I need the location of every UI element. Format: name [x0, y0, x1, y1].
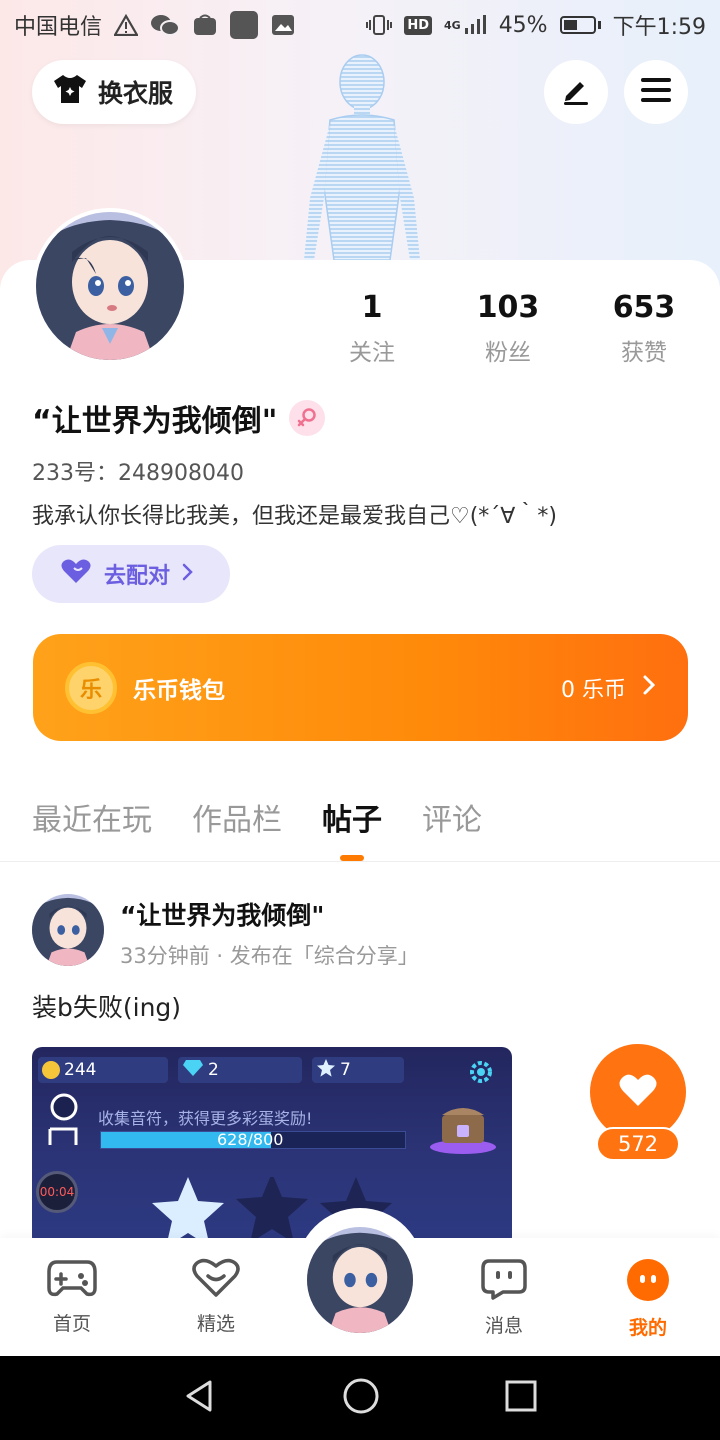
- heart-smile-icon: [191, 1258, 241, 1303]
- diamond-icon: [182, 1059, 204, 1082]
- game-coin-value: 244: [64, 1060, 97, 1080]
- game-gem-value: 2: [208, 1060, 219, 1080]
- nav-featured[interactable]: 精选: [176, 1258, 256, 1336]
- female-gender-icon: [289, 400, 326, 436]
- nav-me[interactable]: 我的: [608, 1258, 688, 1340]
- post-author-avatar[interactable]: [32, 894, 104, 966]
- music-note-icon: [42, 1093, 86, 1153]
- coin-icon: 乐: [65, 661, 117, 714]
- post-text: 装b失败(ing): [32, 993, 182, 1022]
- nav-center-avatar-button[interactable]: [304, 1224, 416, 1336]
- like-button[interactable]: [590, 1044, 686, 1140]
- edit-profile-button[interactable]: [544, 60, 608, 124]
- vibrate-icon: [366, 13, 393, 37]
- star-icon: [316, 1058, 336, 1083]
- battery-percent: 45%: [498, 12, 548, 38]
- signal-icon: 4G: [444, 14, 487, 36]
- tab-recently-played[interactable]: 最近在玩: [32, 795, 152, 839]
- treasure-chest-icon: [428, 1101, 498, 1159]
- game-star-value: 7: [340, 1060, 351, 1080]
- chevron-right-icon: [642, 674, 656, 702]
- heart-icon: [60, 558, 92, 590]
- tab-works[interactable]: 作品栏: [192, 795, 282, 839]
- system-navigation-bar: [0, 1356, 720, 1440]
- menu-button[interactable]: [624, 60, 688, 124]
- wallet-card[interactable]: 乐 乐币钱包 0 乐币: [33, 634, 688, 741]
- match-button[interactable]: 去配对: [32, 545, 230, 603]
- tabs-divider: [0, 861, 720, 862]
- huawei-store-icon: [192, 13, 218, 37]
- likes-count: 653: [612, 290, 676, 325]
- profile-avatar[interactable]: [32, 208, 188, 364]
- profile-username: “让世界为我倾倒": [32, 396, 326, 440]
- chevron-right-icon: [182, 562, 194, 587]
- wechat-icon: [150, 13, 181, 37]
- match-label: 去配对: [104, 564, 171, 589]
- post-author-name[interactable]: “让世界为我倾倒": [120, 896, 324, 932]
- nav-featured-label: 精选: [196, 1313, 235, 1335]
- change-outfit-label: 换衣服: [98, 79, 174, 108]
- gold-coin-icon: [42, 1061, 60, 1079]
- app-notification-icon: [230, 11, 259, 39]
- profile-dots-icon: [626, 1258, 670, 1307]
- battery-icon: [559, 16, 596, 34]
- nav-home-label: 首页: [52, 1313, 91, 1335]
- game-timer: 00:04: [36, 1171, 78, 1213]
- game-coin-counter: 244: [38, 1057, 168, 1083]
- battery-tip: [597, 21, 601, 29]
- likes-label: 获赞: [621, 340, 667, 366]
- heart-icon: [618, 1072, 658, 1112]
- game-resource-bar: 244 2 7: [38, 1057, 404, 1083]
- chat-icon: [481, 1258, 527, 1305]
- back-icon[interactable]: [182, 1378, 218, 1418]
- gallery-icon: [270, 13, 296, 37]
- home-circle-icon[interactable]: [342, 1377, 380, 1419]
- tab-comments[interactable]: 评论: [422, 795, 482, 839]
- stat-following[interactable]: 1 关注: [322, 290, 422, 367]
- recent-apps-icon[interactable]: [504, 1379, 538, 1417]
- tab-posts[interactable]: 帖子: [322, 795, 382, 839]
- tshirt-icon: [52, 73, 88, 111]
- game-progress-track: 628/800: [100, 1130, 406, 1149]
- followers-count: 103: [476, 290, 540, 325]
- wallet-balance: 0 乐币: [561, 677, 626, 703]
- hamburger-icon: [640, 76, 672, 108]
- post-image[interactable]: 244 2 7 收集音符，获得更多彩蛋奖励! 628/800 00:04: [32, 1047, 512, 1247]
- hd-badge: HD: [404, 15, 432, 35]
- game-progress-text: 628/800: [217, 1130, 284, 1149]
- gear-icon: [466, 1057, 496, 1091]
- avatar-3d-figure[interactable]: [296, 48, 428, 262]
- network-type-label: 4G: [444, 18, 461, 32]
- wallet-balance-row: 0 乐币: [561, 672, 656, 704]
- followers-label: 粉丝: [485, 340, 531, 366]
- game-gem-counter: 2: [178, 1057, 302, 1083]
- like-count: 572: [596, 1127, 680, 1161]
- game-banner-text: 收集音符，获得更多彩蛋奖励!: [98, 1109, 313, 1128]
- nav-me-label: 我的: [628, 1317, 667, 1339]
- user-bio: 我承认你长得比我美，但我还是最爱我自己♡(*´∀｀*): [32, 504, 557, 529]
- profile-tabs: 最近在玩 作品栏 帖子 评论: [32, 795, 482, 839]
- following-label: 关注: [349, 340, 395, 366]
- stat-likes[interactable]: 653 获赞: [594, 290, 694, 367]
- username-text: “让世界为我倾倒": [32, 404, 278, 439]
- nav-messages[interactable]: 消息: [464, 1258, 544, 1338]
- warning-icon: [114, 14, 139, 36]
- nav-home[interactable]: 首页: [32, 1258, 112, 1336]
- status-bar: 中国电信 HD 4G 45% 下午1:59: [0, 0, 720, 50]
- stat-followers[interactable]: 103 粉丝: [458, 290, 558, 367]
- clock: 下午1:59: [612, 15, 706, 40]
- nav-messages-label: 消息: [484, 1315, 523, 1337]
- change-outfit-button[interactable]: 换衣服: [32, 60, 196, 124]
- following-count: 1: [361, 290, 383, 325]
- carrier-label: 中国电信: [14, 15, 103, 40]
- wallet-title: 乐币钱包: [133, 677, 225, 704]
- game-star-counter: 7: [312, 1057, 404, 1083]
- user-id: 233号：248908040: [32, 461, 244, 486]
- post-meta: 33分钟前 · 发布在「综合分享」: [120, 944, 419, 968]
- pen-icon: [560, 74, 592, 110]
- gamepad-icon: [47, 1258, 97, 1303]
